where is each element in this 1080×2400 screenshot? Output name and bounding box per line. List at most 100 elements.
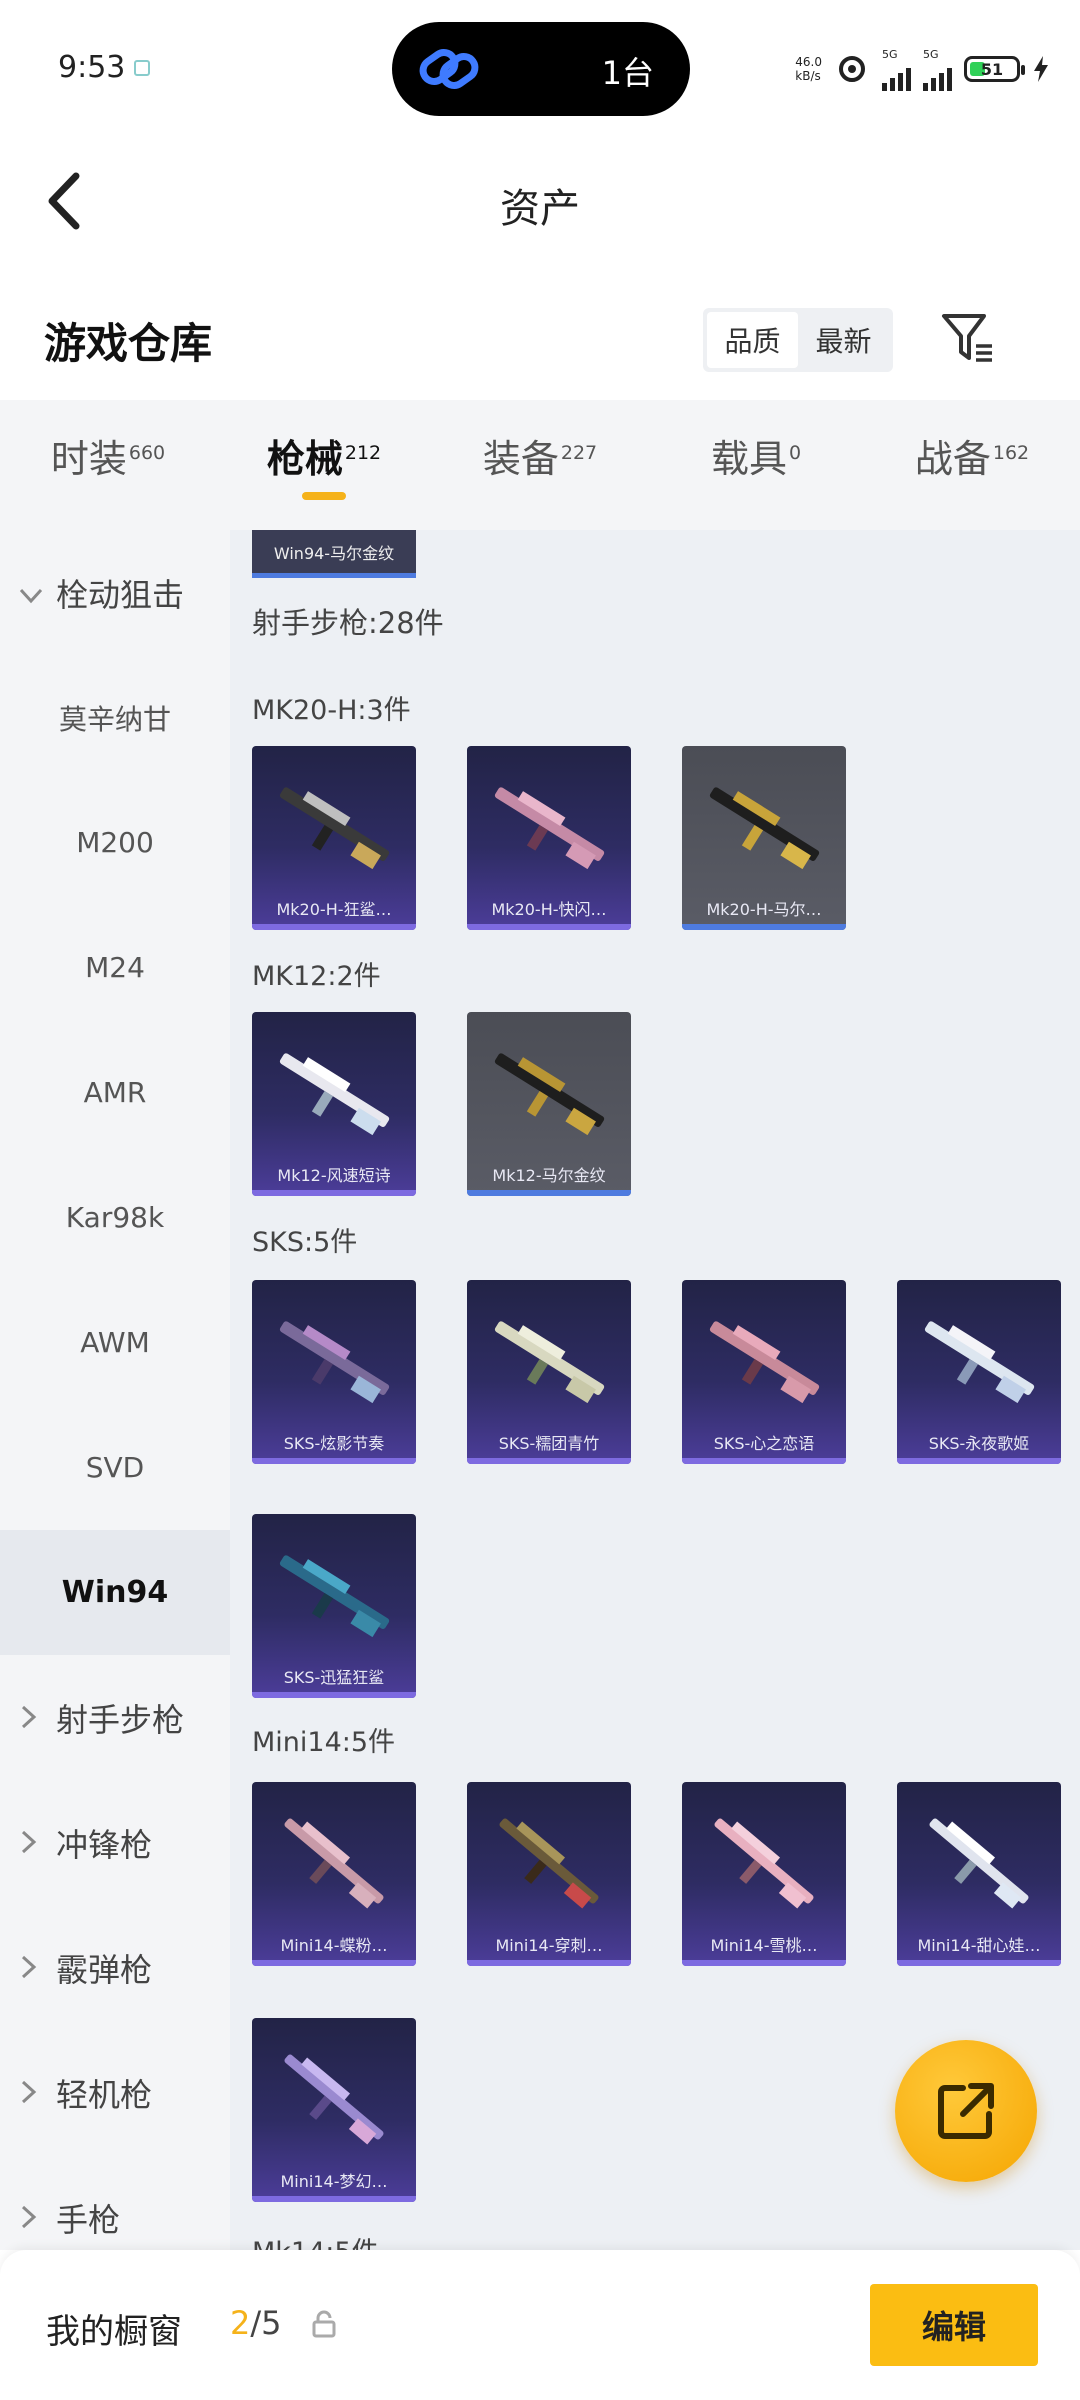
item-name: Mk12-马尔金纹 bbox=[492, 1166, 606, 1185]
tab-fashion[interactable]: 时装 660 bbox=[0, 400, 216, 530]
rifle-icon bbox=[284, 1818, 384, 1909]
item-card[interactable]: Mk12-风速短诗 bbox=[252, 1012, 416, 1196]
dynamic-island[interactable]: 1台 bbox=[392, 22, 690, 116]
item-name: Win94-马尔金纹 bbox=[273, 544, 395, 563]
sidebar-item-awm[interactable]: AWM bbox=[0, 1280, 230, 1405]
item-card[interactable]: Mini14-蝶粉… bbox=[252, 1782, 416, 1966]
item-card[interactable]: Mini14-雪桃… bbox=[682, 1782, 846, 1966]
item-card[interactable]: Mini14-穿刺… bbox=[467, 1782, 631, 1966]
tab-supplies[interactable]: 战备 162 bbox=[864, 400, 1080, 530]
item-card[interactable]: SKS-炫影节奏 bbox=[252, 1280, 416, 1464]
rifle-icon bbox=[279, 787, 390, 870]
sidebar-group-label: 霰弹枪 bbox=[56, 1950, 153, 1989]
sidebar-group-label: 射手步枪 bbox=[56, 1700, 185, 1739]
item-name: Mk20-H-狂鲨… bbox=[276, 900, 392, 919]
warehouse-title: 游戏仓库 bbox=[44, 319, 213, 368]
sidebar-item-win94[interactable]: Win94 bbox=[0, 1530, 230, 1655]
category-count-label: 射手步枪:28件 bbox=[252, 606, 444, 640]
item-card[interactable]: SKS-永夜歌姬 bbox=[897, 1280, 1061, 1464]
sidebar-group-label: 栓动狙击 bbox=[56, 575, 185, 614]
item-name: Mini14-梦幻… bbox=[280, 2172, 388, 2191]
item-card[interactable]: Mk12-马尔金纹 bbox=[467, 1012, 631, 1196]
tab-count: 162 bbox=[992, 442, 1030, 464]
chevron-right-icon bbox=[21, 2205, 37, 2229]
chevron-right-icon bbox=[21, 2080, 37, 2104]
tab-count: 227 bbox=[560, 442, 598, 464]
edit-button[interactable]: 编辑 bbox=[870, 2284, 1038, 2366]
tab-label: 战备 bbox=[914, 436, 991, 481]
item-card[interactable]: Mini14-甜心娃… bbox=[897, 1782, 1061, 1966]
sidebar-item-label: AMR bbox=[83, 1076, 147, 1109]
hotspot-icon bbox=[839, 56, 865, 82]
filter-icon[interactable] bbox=[940, 310, 996, 366]
showcase-bar: 我的橱窗 2/5 编辑 bbox=[0, 2250, 1080, 2400]
sidebar-item-label: M200 bbox=[76, 826, 154, 859]
rifle-icon bbox=[499, 1818, 599, 1909]
lock-icon bbox=[312, 2310, 336, 2338]
sidebar-group-smg[interactable]: 冲锋枪 bbox=[0, 1780, 230, 1905]
item-card[interactable]: SKS-迅猛狂鲨 bbox=[252, 1514, 416, 1698]
category-tabs: 时装 660 枪械 212 装备 227 载具 0 战备 162 bbox=[0, 400, 1080, 530]
sidebar-item-amr[interactable]: AMR bbox=[0, 1030, 230, 1155]
charging-icon bbox=[1034, 56, 1048, 82]
app-header: 资产 bbox=[0, 140, 1080, 260]
chevron-right-icon bbox=[21, 1705, 37, 1729]
item-name: Mini14-蝶粉… bbox=[280, 1936, 388, 1955]
sidebar-item-label: Kar98k bbox=[65, 1201, 165, 1234]
sidebar-group-bolt-sniper[interactable]: 栓动狙击 bbox=[0, 530, 230, 655]
signal-bars-icon bbox=[923, 61, 952, 91]
tab-label: 装备 bbox=[482, 436, 559, 481]
item-card[interactable]: SKS-糯团青竹 bbox=[467, 1280, 631, 1464]
showcase-count: 2/5 bbox=[230, 2304, 282, 2342]
item-name: Mk12-风速短诗 bbox=[277, 1166, 391, 1185]
sidebar-item-m24[interactable]: M24 bbox=[0, 905, 230, 1030]
tab-vehicles[interactable]: 载具 0 bbox=[648, 400, 864, 530]
tab-label: 时装 bbox=[50, 436, 127, 481]
sidebar-group-label: 轻机枪 bbox=[56, 2075, 153, 2114]
item-name: Mini14-穿刺… bbox=[495, 1936, 603, 1955]
rifle-icon bbox=[494, 787, 605, 870]
item-name: Mini14-甜心娃… bbox=[917, 1936, 1041, 1955]
item-name: SKS-迅猛狂鲨 bbox=[283, 1668, 385, 1687]
showcase-current: 2 bbox=[230, 2304, 251, 2342]
signal-bars-icon bbox=[882, 61, 911, 91]
sidebar-item-mosin[interactable]: 莫辛纳甘 bbox=[0, 655, 230, 780]
rifle-icon bbox=[714, 1818, 814, 1909]
group-label-mini14: Mini14:5件 bbox=[252, 1727, 396, 1758]
status-bar: 9:53 1台 46.0 kB/s 5G 5G 51 bbox=[0, 0, 1080, 140]
notification-icon bbox=[134, 60, 150, 76]
showcase-total: /5 bbox=[250, 2304, 282, 2342]
sidebar-group-shotgun[interactable]: 霰弹枪 bbox=[0, 1905, 230, 2030]
sidebar-item-label: SVD bbox=[85, 1451, 145, 1484]
signal-1-label: 5G bbox=[882, 47, 898, 61]
sidebar-group-lmg[interactable]: 轻机枪 bbox=[0, 2030, 230, 2155]
sidebar-item-svd[interactable]: SVD bbox=[0, 1405, 230, 1530]
sidebar-group-label: 冲锋枪 bbox=[56, 1825, 153, 1864]
share-fab[interactable] bbox=[895, 2040, 1037, 2182]
signal-1: 5G bbox=[882, 48, 911, 91]
sidebar-item-m200[interactable]: M200 bbox=[0, 780, 230, 905]
item-card-win94[interactable]: Win94-马尔金纹 bbox=[252, 530, 416, 578]
sort-quality-button[interactable]: 品质 bbox=[707, 312, 798, 368]
group-label-mk12: MK12:2件 bbox=[252, 961, 381, 992]
item-card[interactable]: Mini14-梦幻… bbox=[252, 2018, 416, 2202]
tab-equipment[interactable]: 装备 227 bbox=[432, 400, 648, 530]
sort-newest-button[interactable]: 最新 bbox=[798, 312, 889, 368]
sidebar-group-pistol[interactable]: 手枪 bbox=[0, 2155, 230, 2250]
net-speed: 46.0 kB/s bbox=[795, 55, 822, 83]
item-name: SKS-糯团青竹 bbox=[498, 1434, 600, 1453]
item-card[interactable]: Mk20-H-狂鲨… bbox=[252, 746, 416, 930]
tab-firearms[interactable]: 枪械 212 bbox=[216, 400, 432, 530]
item-card[interactable]: Mk20-H-快闪… bbox=[467, 746, 631, 930]
item-name: SKS-炫影节奏 bbox=[283, 1434, 385, 1453]
group-label-mk20: MK20-H:3件 bbox=[252, 695, 411, 726]
item-card[interactable]: Mk20-H-马尔… bbox=[682, 746, 846, 930]
island-count: 1台 bbox=[601, 54, 654, 92]
rifle-icon bbox=[929, 1818, 1029, 1909]
group-label-mk14: Mk14:5件 bbox=[252, 2230, 379, 2250]
item-card[interactable]: SKS-心之恋语 bbox=[682, 1280, 846, 1464]
item-name: SKS-永夜歌姬 bbox=[928, 1434, 1030, 1453]
sidebar-group-dmr[interactable]: 射手步枪 bbox=[0, 1655, 230, 1780]
sidebar-group-label: 手枪 bbox=[56, 2200, 121, 2239]
sidebar-item-kar98k[interactable]: Kar98k bbox=[0, 1155, 230, 1280]
